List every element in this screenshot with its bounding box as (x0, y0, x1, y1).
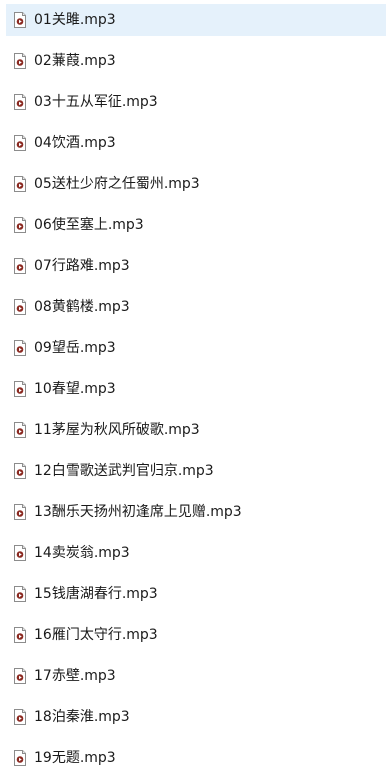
file-name: 08黄鹤楼.mp3 (34, 299, 130, 315)
file-list: 01关雎.mp3 02蒹葭.mp3 03十五从军征.mp3 04饮酒.mp3 0… (0, 0, 388, 784)
file-name: 10春望.mp3 (34, 381, 116, 397)
file-row[interactable]: 10春望.mp3 (6, 373, 386, 405)
file-name: 18泊秦淮.mp3 (34, 709, 130, 725)
file-name: 12白雪歌送武判官归京.mp3 (34, 463, 214, 479)
media-file-icon (14, 217, 26, 233)
file-row[interactable]: 18泊秦淮.mp3 (6, 701, 386, 733)
file-name: 13酬乐天扬州初逢席上见赠.mp3 (34, 504, 242, 520)
file-row[interactable]: 16雁门太守行.mp3 (6, 619, 386, 651)
file-name: 09望岳.mp3 (34, 340, 116, 356)
file-row[interactable]: 12白雪歌送武判官归京.mp3 (6, 455, 386, 487)
file-row[interactable]: 04饮酒.mp3 (6, 127, 386, 159)
file-row[interactable]: 07行路难.mp3 (6, 250, 386, 282)
media-file-icon (14, 627, 26, 643)
file-row[interactable]: 06使至塞上.mp3 (6, 209, 386, 241)
media-file-icon (14, 176, 26, 192)
media-file-icon (14, 709, 26, 725)
media-file-icon (14, 299, 26, 315)
media-file-icon (14, 135, 26, 151)
file-name: 07行路难.mp3 (34, 258, 130, 274)
file-name: 17赤壁.mp3 (34, 668, 116, 684)
file-name: 16雁门太守行.mp3 (34, 627, 158, 643)
file-name: 15钱唐湖春行.mp3 (34, 586, 158, 602)
file-name: 02蒹葭.mp3 (34, 53, 116, 69)
file-name: 04饮酒.mp3 (34, 135, 116, 151)
media-file-icon (14, 750, 26, 766)
media-file-icon (14, 94, 26, 110)
file-name: 11茅屋为秋风所破歌.mp3 (34, 422, 200, 438)
file-name: 03十五从军征.mp3 (34, 94, 158, 110)
file-row[interactable]: 17赤壁.mp3 (6, 660, 386, 692)
media-file-icon (14, 668, 26, 684)
file-row[interactable]: 15钱唐湖春行.mp3 (6, 578, 386, 610)
file-row[interactable]: 11茅屋为秋风所破歌.mp3 (6, 414, 386, 446)
media-file-icon (14, 53, 26, 69)
file-row[interactable]: 02蒹葭.mp3 (6, 45, 386, 77)
media-file-icon (14, 258, 26, 274)
media-file-icon (14, 422, 26, 438)
file-name: 19无题.mp3 (34, 750, 116, 766)
media-file-icon (14, 463, 26, 479)
file-row[interactable]: 05送杜少府之任蜀州.mp3 (6, 168, 386, 200)
file-row[interactable]: 14卖炭翁.mp3 (6, 537, 386, 569)
file-name: 01关雎.mp3 (34, 12, 116, 28)
file-row[interactable]: 19无题.mp3 (6, 742, 386, 774)
media-file-icon (14, 545, 26, 561)
media-file-icon (14, 340, 26, 356)
file-row[interactable]: 03十五从军征.mp3 (6, 86, 386, 118)
file-row[interactable]: 08黄鹤楼.mp3 (6, 291, 386, 323)
media-file-icon (14, 504, 26, 520)
media-file-icon (14, 12, 26, 28)
media-file-icon (14, 381, 26, 397)
file-row[interactable]: 13酬乐天扬州初逢席上见赠.mp3 (6, 496, 386, 528)
file-name: 06使至塞上.mp3 (34, 217, 144, 233)
file-row[interactable]: 09望岳.mp3 (6, 332, 386, 364)
media-file-icon (14, 586, 26, 602)
file-name: 05送杜少府之任蜀州.mp3 (34, 176, 200, 192)
file-row[interactable]: 01关雎.mp3 (6, 4, 386, 36)
file-name: 14卖炭翁.mp3 (34, 545, 130, 561)
